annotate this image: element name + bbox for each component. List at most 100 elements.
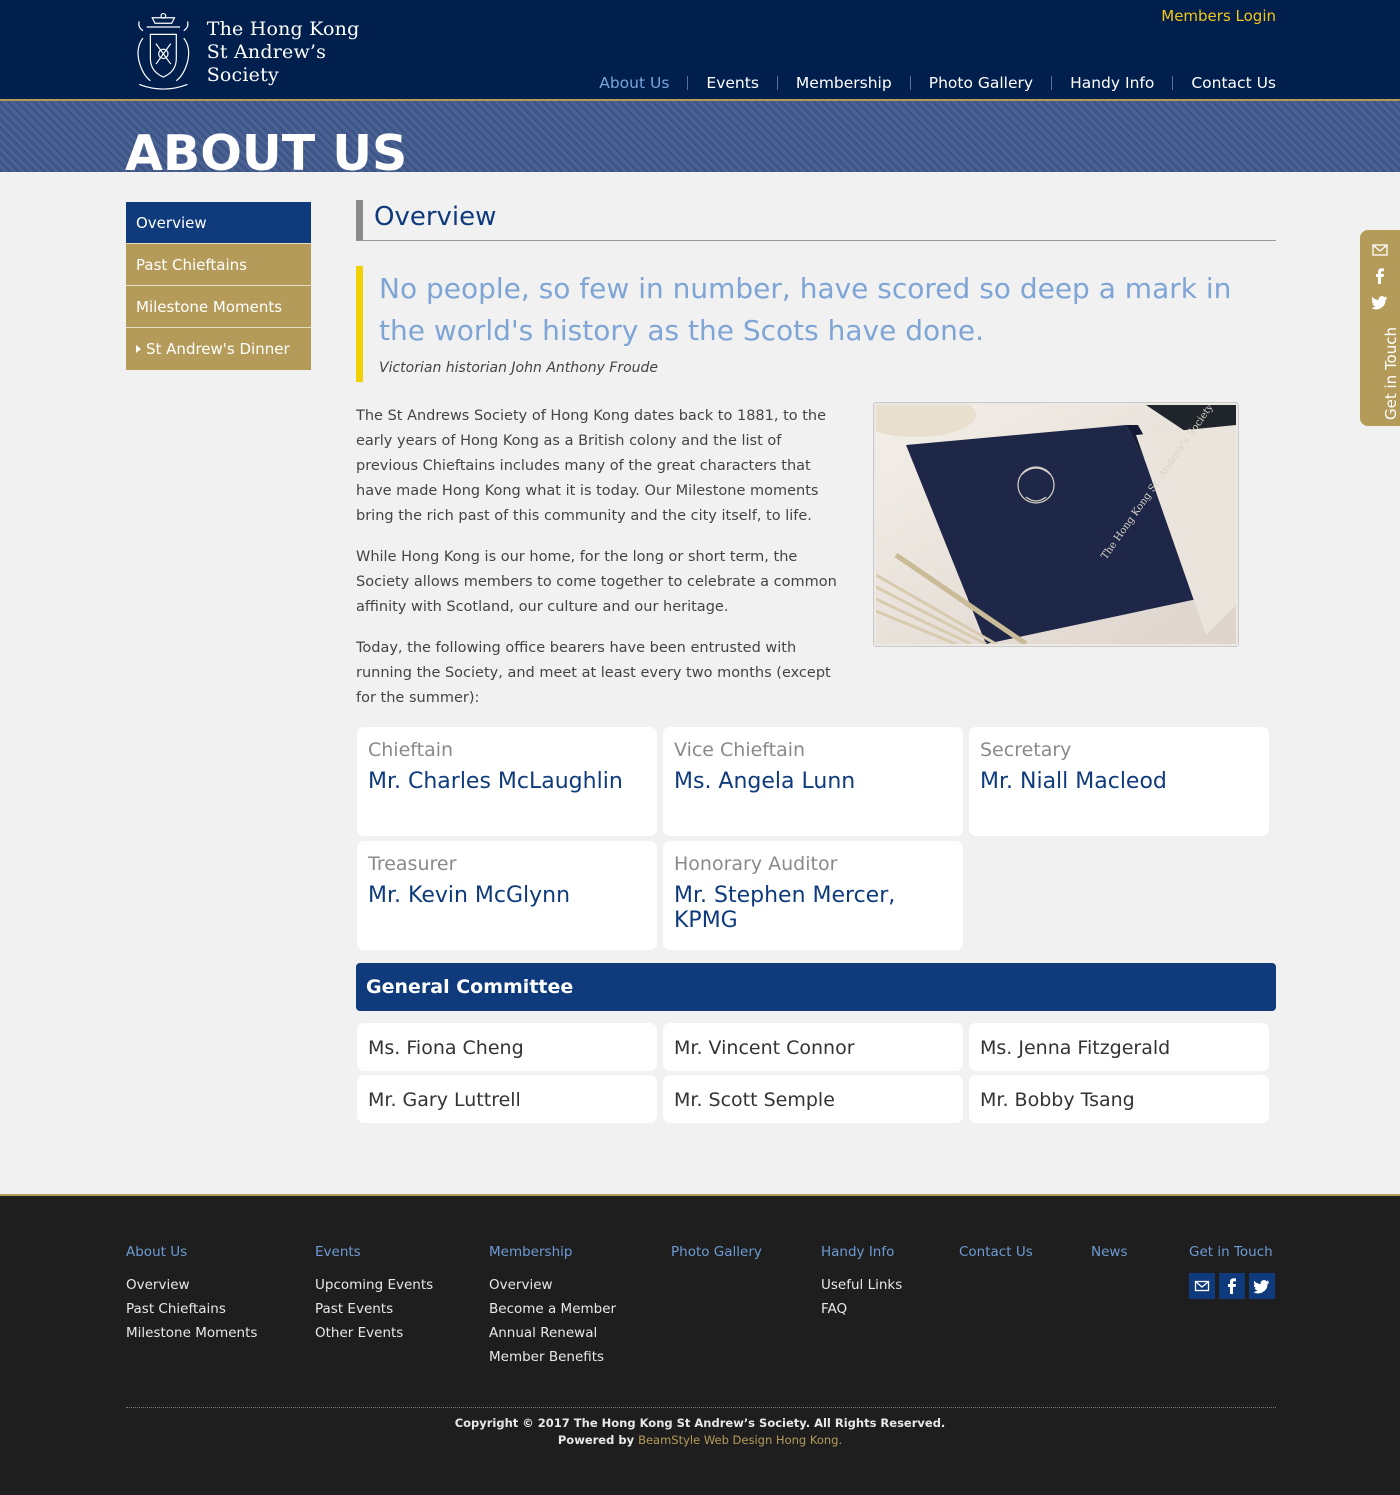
footer-heading: Get in Touch xyxy=(1189,1244,1273,1260)
mail-icon xyxy=(1194,1280,1210,1292)
footer-col-news: News xyxy=(1091,1244,1127,1273)
footer-link[interactable]: FAQ xyxy=(821,1297,902,1321)
intro-paragraph: Today, the following office bearers have… xyxy=(356,640,831,706)
footer-col-handy-info: Handy Info Useful Links FAQ xyxy=(821,1244,902,1321)
footer-copyright: Copyright © 2017 The Hong Kong St Andrew… xyxy=(0,1415,1400,1449)
sidebar-nav: Overview Past Chieftains Milestone Momen… xyxy=(126,202,311,370)
footer-link[interactable]: Overview xyxy=(489,1273,616,1297)
copyright-text: Copyright © 2017 The Hong Kong St Andrew… xyxy=(454,1416,946,1430)
sidebar-item-st-andrews-dinner[interactable]: St Andrew's Dinner xyxy=(126,328,311,370)
nav-contact-us[interactable]: Contact Us xyxy=(1173,74,1276,92)
facebook-icon[interactable] xyxy=(1372,268,1388,284)
footer-col-get-in-touch: Get in Touch xyxy=(1189,1244,1275,1299)
powered-brand-link[interactable]: BeamStyle Web Design Hong Kong. xyxy=(638,1433,842,1447)
officer-name: Mr. Niall Macleod xyxy=(980,769,1167,794)
officer-card-honorary-auditor: Honorary Auditor Mr. Stephen Mercer, KPM… xyxy=(663,841,963,950)
committee-member: Ms. Jenna Fitzgerald xyxy=(969,1023,1269,1071)
footer-heading[interactable]: News xyxy=(1091,1244,1127,1260)
footer-mail-button[interactable] xyxy=(1189,1273,1215,1299)
sidebar-item-past-chieftains[interactable]: Past Chieftains xyxy=(126,244,311,286)
main-content: Overview No people, so few in number, ha… xyxy=(356,200,1276,727)
logo-line-2: St Andrew’s Society xyxy=(206,40,327,86)
footer-col-gallery: Photo Gallery xyxy=(671,1244,762,1273)
footer-col-contact: Contact Us xyxy=(959,1244,1033,1273)
footer-heading[interactable]: Events xyxy=(315,1244,433,1260)
intro-text: The St Andrews Society of Hong Kong date… xyxy=(356,404,846,711)
footer-heading[interactable]: Contact Us xyxy=(959,1244,1033,1260)
section-title: Overview xyxy=(356,200,1276,241)
footer-heading[interactable]: About Us xyxy=(126,1244,257,1260)
officer-role: Vice Chieftain xyxy=(674,739,806,761)
main-nav: About Us Events Membership Photo Gallery… xyxy=(531,74,1276,92)
nav-photo-gallery[interactable]: Photo Gallery xyxy=(911,74,1051,92)
site-footer: About Us Overview Past Chieftains Milest… xyxy=(0,1194,1400,1495)
quote-citation: Victorian historian John Anthony Froude xyxy=(379,360,659,376)
footer-heading[interactable]: Membership xyxy=(489,1244,616,1260)
sidebar-item-label: St Andrew's Dinner xyxy=(146,340,290,358)
nav-handy-info[interactable]: Handy Info xyxy=(1052,74,1172,92)
footer-link[interactable]: Past Chieftains xyxy=(126,1297,257,1321)
intro-paragraph: The St Andrews Society of Hong Kong date… xyxy=(356,408,827,524)
site-logo[interactable]: The Hong Kong St Andrew’s Society xyxy=(130,8,390,96)
twitter-icon[interactable] xyxy=(1372,294,1388,310)
get-in-touch-tab[interactable]: Get in Touch xyxy=(1360,230,1400,426)
officer-name: Mr. Stephen Mercer, KPMG xyxy=(674,883,896,933)
nav-events[interactable]: Events xyxy=(688,74,776,92)
mail-icon[interactable] xyxy=(1372,242,1388,258)
footer-link[interactable]: Past Events xyxy=(315,1297,433,1321)
officer-role: Secretary xyxy=(980,739,1072,761)
logo-text: The Hong Kong St Andrew’s Society xyxy=(207,18,390,87)
footer-link[interactable]: Other Events xyxy=(315,1321,433,1345)
footer-heading[interactable]: Handy Info xyxy=(821,1244,902,1260)
footer-link[interactable]: Become a Member xyxy=(489,1297,616,1321)
officer-card-secretary: Secretary Mr. Niall Macleod xyxy=(969,727,1269,836)
committee-member: Mr. Bobby Tsang xyxy=(969,1075,1269,1123)
committee-member: Ms. Fiona Cheng xyxy=(357,1023,657,1071)
footer-link[interactable]: Milestone Moments xyxy=(126,1321,257,1345)
footer-social-icons xyxy=(1189,1273,1275,1299)
sidebar-item-milestone-moments[interactable]: Milestone Moments xyxy=(126,286,311,328)
footer-twitter-button[interactable] xyxy=(1249,1273,1275,1299)
officer-name: Mr. Kevin McGlynn xyxy=(368,883,571,908)
page-banner: ABOUT US xyxy=(0,101,1400,172)
footer-divider xyxy=(126,1407,1276,1408)
officer-name: Ms. Angela Lunn xyxy=(674,769,856,794)
footer-link[interactable]: Member Benefits xyxy=(489,1345,616,1369)
sidebar-item-overview[interactable]: Overview xyxy=(126,202,311,244)
pull-quote: No people, so few in number, have scored… xyxy=(356,266,1276,382)
powered-by: Powered by BeamStyle Web Design Hong Kon… xyxy=(0,1432,1400,1449)
officer-role: Treasurer xyxy=(368,853,457,875)
officer-card-treasurer: Treasurer Mr. Kevin McGlynn xyxy=(357,841,657,950)
logo-line-1: The Hong Kong xyxy=(206,17,360,40)
footer-heading[interactable]: Photo Gallery xyxy=(671,1244,762,1260)
footer-link[interactable]: Useful Links xyxy=(821,1273,902,1297)
footer-link[interactable]: Annual Renewal xyxy=(489,1321,616,1345)
nav-membership[interactable]: Membership xyxy=(778,74,910,92)
footer-col-membership: Membership Overview Become a Member Annu… xyxy=(489,1244,616,1369)
dinner-menu-photo: The Hong Kong St. Andrew's Society xyxy=(873,402,1239,647)
footer-link[interactable]: Overview xyxy=(126,1273,257,1297)
members-login-link[interactable]: Members Login xyxy=(1161,7,1276,25)
nav-home[interactable] xyxy=(531,76,581,91)
officer-card-chieftain: Chieftain Mr. Charles McLaughlin xyxy=(357,727,657,836)
footer-facebook-button[interactable] xyxy=(1219,1273,1245,1299)
quote-text: No people, so few in number, have scored… xyxy=(379,272,1232,347)
nav-about-us[interactable]: About Us xyxy=(581,74,687,92)
committee-member: Mr. Vincent Connor xyxy=(663,1023,963,1071)
officer-name: Mr. Charles McLaughlin xyxy=(368,769,623,794)
officer-card-vice-chieftain: Vice Chieftain Ms. Angela Lunn xyxy=(663,727,963,836)
get-in-touch-label: Get in Touch xyxy=(1382,327,1400,420)
facebook-icon xyxy=(1228,1278,1236,1294)
caret-right-icon xyxy=(136,345,141,353)
committee-member: Mr. Scott Semple xyxy=(663,1075,963,1123)
footer-col-events: Events Upcoming Events Past Events Other… xyxy=(315,1244,433,1345)
committee-member: Mr. Gary Luttrell xyxy=(357,1075,657,1123)
footer-col-about: About Us Overview Past Chieftains Milest… xyxy=(126,1244,257,1345)
photo-illustration: The Hong Kong St. Andrew's Society xyxy=(874,403,1236,646)
footer-link[interactable]: Upcoming Events xyxy=(315,1273,433,1297)
intro-paragraph: While Hong Kong is our home, for the lon… xyxy=(356,549,837,615)
society-crest-icon xyxy=(137,12,190,90)
powered-prefix: Powered by xyxy=(557,1433,635,1447)
site-header: The Hong Kong St Andrew’s Society Member… xyxy=(0,0,1400,101)
officer-role: Honorary Auditor xyxy=(674,853,838,875)
